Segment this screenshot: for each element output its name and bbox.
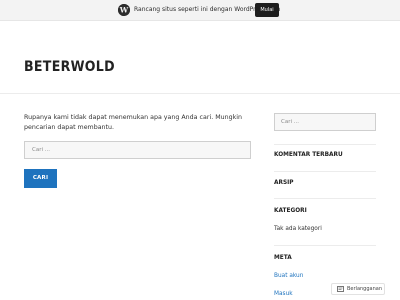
sidebar-search-input[interactable]: Cari ...: [274, 113, 376, 131]
subscribe-button[interactable]: Berlangganan: [331, 283, 385, 295]
search-button[interactable]: CARI: [24, 169, 57, 188]
follow-icon: [337, 286, 344, 292]
start-button[interactable]: Mulai: [255, 3, 279, 17]
subscribe-label: Berlangganan: [347, 286, 382, 292]
widget-title-recent-comments: KOMENTAR TERBARU: [274, 152, 343, 158]
header-divider: [0, 93, 400, 94]
meta-link-login[interactable]: Masuk: [274, 291, 293, 297]
not-found-message: Rupanya kami tidak dapat menemukan apa y…: [24, 114, 242, 131]
sidebar-divider: [274, 144, 376, 145]
widget-title-archives: ARSIP: [274, 180, 294, 186]
sidebar-divider: [274, 198, 376, 199]
svg-text:W: W: [119, 6, 129, 15]
meta-link-register[interactable]: Buat akun: [274, 273, 303, 279]
widget-title-categories: KATEGORI: [274, 208, 307, 214]
sidebar-divider: [274, 171, 376, 172]
wordpress-promo-bar: W Rancang situs seperti ini dengan WordP…: [0, 0, 400, 21]
widget-title-meta: META: [274, 255, 292, 261]
search-input[interactable]: Cari ...: [24, 141, 251, 159]
categories-empty-text: Tak ada kategori: [274, 226, 322, 232]
wordpress-logo-icon: W: [118, 4, 130, 16]
site-title[interactable]: BETERWOLD: [24, 59, 115, 75]
sidebar-divider: [274, 245, 376, 246]
